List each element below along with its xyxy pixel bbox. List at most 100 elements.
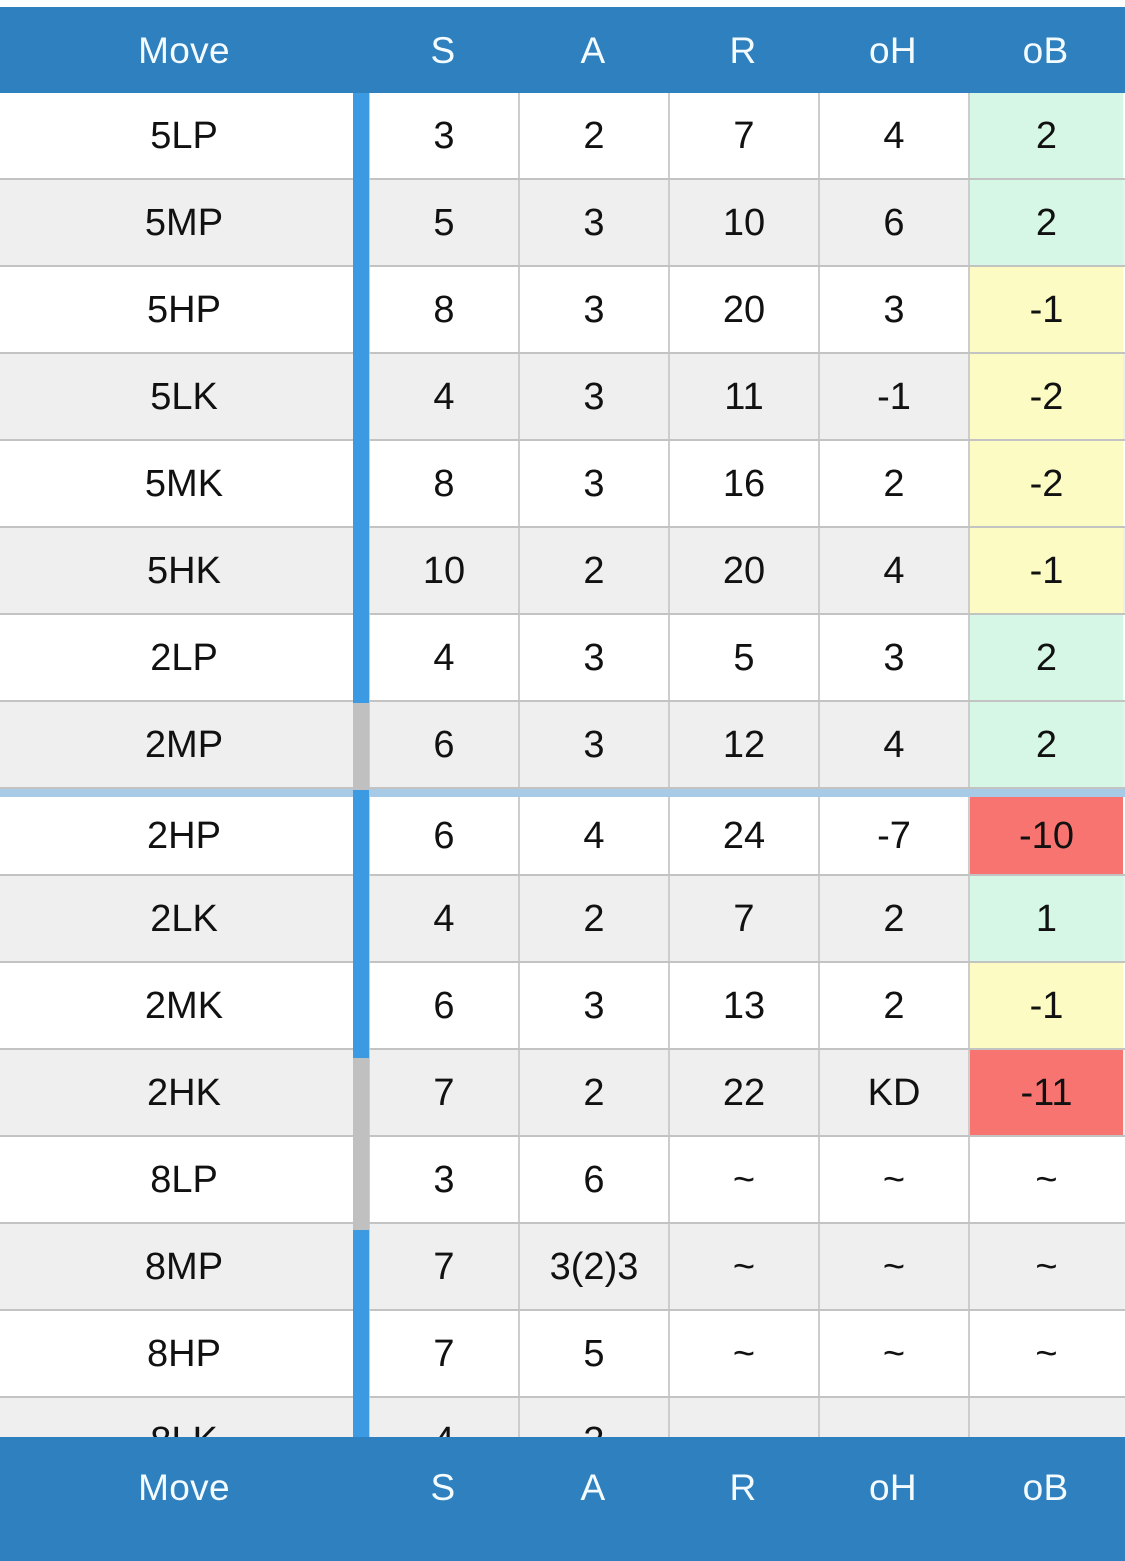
table-row[interactable]: 2LP43532: [0, 615, 1125, 702]
cell-on-hit[interactable]: ~: [818, 1398, 968, 1437]
footer-header-ob[interactable]: oB: [968, 1469, 1123, 1506]
cell-on-hit[interactable]: 6: [818, 180, 968, 265]
table-row[interactable]: 2LK42721: [0, 876, 1125, 963]
cell-recovery[interactable]: ~: [668, 1398, 818, 1437]
cell-move[interactable]: 5HP: [0, 267, 368, 352]
column-header-a[interactable]: A: [518, 32, 668, 69]
footer-header-oh[interactable]: oH: [818, 1469, 968, 1506]
table-row[interactable]: 2MP631242: [0, 702, 1125, 789]
cell-startup[interactable]: 10: [368, 528, 518, 613]
footer-header-a[interactable]: A: [518, 1469, 668, 1506]
cell-startup[interactable]: 4: [368, 354, 518, 439]
table-row[interactable]: 2HP6424-7-10: [0, 789, 1125, 876]
cell-active[interactable]: 2: [518, 1050, 668, 1135]
cell-move[interactable]: 2LK: [0, 876, 368, 961]
cell-on-block[interactable]: -1: [968, 528, 1123, 613]
cell-active[interactable]: 6: [518, 1137, 668, 1222]
cell-active[interactable]: 3: [518, 963, 668, 1048]
cell-recovery[interactable]: 22: [668, 1050, 818, 1135]
cell-on-hit[interactable]: ~: [818, 1311, 968, 1396]
cell-recovery[interactable]: 11: [668, 354, 818, 439]
cell-active[interactable]: 3: [518, 615, 668, 700]
column-header-move[interactable]: Move: [0, 32, 368, 69]
cell-on-block[interactable]: ~: [968, 1398, 1123, 1437]
cell-recovery[interactable]: 7: [668, 93, 818, 178]
table-row[interactable]: 8HP75~~~: [0, 1311, 1125, 1398]
cell-startup[interactable]: 6: [368, 702, 518, 787]
column-header-r[interactable]: R: [668, 32, 818, 69]
cell-active[interactable]: 2: [518, 876, 668, 961]
cell-startup[interactable]: 3: [368, 1137, 518, 1222]
cell-startup[interactable]: 4: [368, 1398, 518, 1437]
cell-on-hit[interactable]: -7: [818, 797, 968, 874]
table-row[interactable]: 8MP73(2)3~~~: [0, 1224, 1125, 1311]
cell-active[interactable]: 5: [518, 1311, 668, 1396]
cell-recovery[interactable]: 16: [668, 441, 818, 526]
cell-on-hit[interactable]: KD: [818, 1050, 968, 1135]
cell-move[interactable]: 2HK: [0, 1050, 368, 1135]
table-row[interactable]: 5MK83162-2: [0, 441, 1125, 528]
cell-move[interactable]: 8MP: [0, 1224, 368, 1309]
cell-startup[interactable]: 3: [368, 93, 518, 178]
cell-on-block[interactable]: -1: [968, 963, 1123, 1048]
footer-header-move[interactable]: Move: [0, 1469, 368, 1506]
column-header-oh[interactable]: oH: [818, 32, 968, 69]
cell-on-hit[interactable]: 2: [818, 963, 968, 1048]
cell-active[interactable]: 3: [518, 267, 668, 352]
table-row[interactable]: 2HK7222KD-11: [0, 1050, 1125, 1137]
cell-recovery[interactable]: 13: [668, 963, 818, 1048]
cell-active[interactable]: 3: [518, 1398, 668, 1437]
cell-on-block[interactable]: 1: [968, 876, 1123, 961]
column-header-ob[interactable]: oB: [968, 32, 1123, 69]
cell-move[interactable]: 2MK: [0, 963, 368, 1048]
cell-move[interactable]: 2MP: [0, 702, 368, 787]
cell-startup[interactable]: 6: [368, 963, 518, 1048]
cell-recovery[interactable]: 12: [668, 702, 818, 787]
table-row[interactable]: 5LK4311-1-2: [0, 354, 1125, 441]
cell-active[interactable]: 3: [518, 441, 668, 526]
cell-active[interactable]: 3: [518, 702, 668, 787]
cell-active[interactable]: 3: [518, 354, 668, 439]
table-row[interactable]: 5HP83203-1: [0, 267, 1125, 354]
table-row[interactable]: 8LK43~~~: [0, 1398, 1125, 1437]
cell-on-block[interactable]: -1: [968, 267, 1123, 352]
cell-startup[interactable]: 8: [368, 267, 518, 352]
cell-recovery[interactable]: 5: [668, 615, 818, 700]
table-row[interactable]: 5HK102204-1: [0, 528, 1125, 615]
cell-on-block[interactable]: -10: [968, 797, 1123, 874]
cell-on-hit[interactable]: 2: [818, 876, 968, 961]
cell-recovery[interactable]: ~: [668, 1224, 818, 1309]
cell-on-block[interactable]: 2: [968, 93, 1123, 178]
cell-on-block[interactable]: ~: [968, 1137, 1123, 1222]
cell-move[interactable]: 5LP: [0, 93, 368, 178]
table-body[interactable]: 5LP327425MP5310625HP83203-15LK4311-1-25M…: [0, 93, 1125, 1437]
cell-on-hit[interactable]: 4: [818, 93, 968, 178]
cell-move[interactable]: 2LP: [0, 615, 368, 700]
cell-recovery[interactable]: 20: [668, 528, 818, 613]
cell-active[interactable]: 3: [518, 180, 668, 265]
cell-startup[interactable]: 6: [368, 797, 518, 874]
cell-active[interactable]: 3(2)3: [518, 1224, 668, 1309]
footer-header-s[interactable]: S: [368, 1469, 518, 1506]
cell-on-block[interactable]: -2: [968, 441, 1123, 526]
cell-on-block[interactable]: ~: [968, 1224, 1123, 1309]
cell-active[interactable]: 4: [518, 797, 668, 874]
cell-recovery[interactable]: ~: [668, 1311, 818, 1396]
cell-on-hit[interactable]: 4: [818, 528, 968, 613]
cell-on-hit[interactable]: 3: [818, 267, 968, 352]
cell-on-block[interactable]: -2: [968, 354, 1123, 439]
cell-move[interactable]: 5HK: [0, 528, 368, 613]
cell-move[interactable]: 2HP: [0, 797, 368, 874]
cell-active[interactable]: 2: [518, 528, 668, 613]
cell-on-hit[interactable]: -1: [818, 354, 968, 439]
cell-recovery[interactable]: 7: [668, 876, 818, 961]
cell-on-block[interactable]: 2: [968, 702, 1123, 787]
cell-startup[interactable]: 7: [368, 1311, 518, 1396]
cell-move[interactable]: 5MK: [0, 441, 368, 526]
cell-recovery[interactable]: 10: [668, 180, 818, 265]
cell-on-hit[interactable]: 3: [818, 615, 968, 700]
cell-on-hit[interactable]: ~: [818, 1137, 968, 1222]
cell-move[interactable]: 8LP: [0, 1137, 368, 1222]
cell-startup[interactable]: 8: [368, 441, 518, 526]
cell-startup[interactable]: 4: [368, 615, 518, 700]
